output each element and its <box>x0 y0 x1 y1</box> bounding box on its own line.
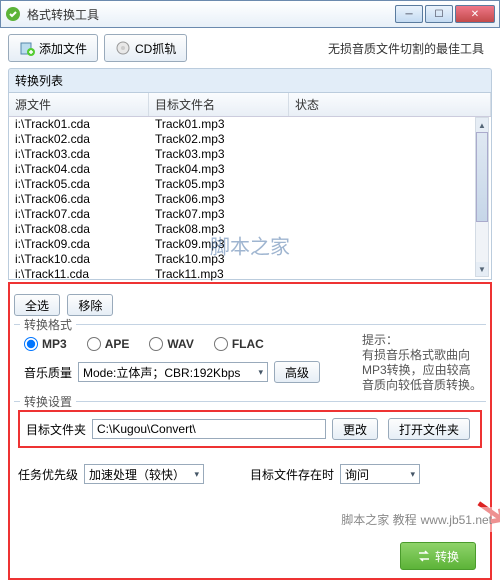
add-file-icon <box>19 40 35 56</box>
window-title: 格式转换工具 <box>27 6 395 23</box>
cd-rip-label: CD抓轨 <box>135 40 176 57</box>
radio-wav[interactable]: WAV <box>149 337 193 351</box>
file-exist-label: 目标文件存在时 <box>250 466 334 483</box>
cell-status <box>289 132 491 147</box>
format-group: 转换格式 MP3 APE WAV FLAC 音乐质量 Mode:立体声；CBR:… <box>14 324 486 397</box>
table-row[interactable]: i:\Track02.cdaTrack02.mp3 <box>9 132 491 147</box>
target-folder-label: 目标文件夹 <box>26 421 86 438</box>
cell-target: Track08.mp3 <box>149 222 289 237</box>
scroll-down-icon[interactable]: ▼ <box>476 262 488 276</box>
table-row[interactable]: i:\Track11.cdaTrack11.mp3 <box>9 267 491 282</box>
cell-source: i:\Track03.cda <box>9 147 149 162</box>
list-scrollbar[interactable]: ▲ ▼ <box>475 117 489 277</box>
target-folder-highlight: 目标文件夹 C:\Kugou\Convert\ 更改 打开文件夹 <box>18 410 482 448</box>
cell-status <box>289 252 491 267</box>
table-row[interactable]: i:\Track10.cdaTrack10.mp3 <box>9 252 491 267</box>
scroll-up-icon[interactable]: ▲ <box>476 118 488 132</box>
table-row[interactable]: i:\Track08.cdaTrack08.mp3 <box>9 222 491 237</box>
list-header: 源文件 目标文件名 状态 <box>9 93 491 117</box>
cell-source: i:\Track05.cda <box>9 177 149 192</box>
file-list: 源文件 目标文件名 状态 i:\Track01.cdaTrack01.mp3i:… <box>8 92 492 280</box>
cell-source: i:\Track01.cda <box>9 117 149 132</box>
advanced-button[interactable]: 高级 <box>274 361 320 383</box>
col-status[interactable]: 状态 <box>289 93 491 116</box>
cell-source: i:\Track11.cda <box>9 267 149 282</box>
change-button[interactable]: 更改 <box>332 418 378 440</box>
settings-group: 转换设置 目标文件夹 C:\Kugou\Convert\ 更改 打开文件夹 <box>14 401 486 452</box>
app-icon <box>5 6 21 22</box>
target-folder-input[interactable]: C:\Kugou\Convert\ <box>92 419 326 439</box>
cell-target: Track10.mp3 <box>149 252 289 267</box>
cell-source: i:\Track04.cda <box>9 162 149 177</box>
scroll-thumb[interactable] <box>476 132 488 222</box>
table-row[interactable]: i:\Track07.cdaTrack07.mp3 <box>9 207 491 222</box>
close-button[interactable]: ✕ <box>455 5 495 23</box>
table-row[interactable]: i:\Track04.cdaTrack04.mp3 <box>9 162 491 177</box>
cell-status <box>289 162 491 177</box>
convert-button[interactable]: 转换 <box>400 542 476 570</box>
list-title: 转换列表 <box>8 68 492 92</box>
cell-status <box>289 177 491 192</box>
cell-status <box>289 147 491 162</box>
select-all-button[interactable]: 全选 <box>14 294 60 316</box>
footer-credit: 脚本之家 教程 <box>341 511 416 528</box>
col-source[interactable]: 源文件 <box>9 93 149 116</box>
maximize-button[interactable]: ☐ <box>425 5 453 23</box>
cell-source: i:\Track10.cda <box>9 252 149 267</box>
cell-target: Track02.mp3 <box>149 132 289 147</box>
cell-status <box>289 117 491 132</box>
settings-group-label: 转换设置 <box>20 393 76 410</box>
radio-flac[interactable]: FLAC <box>214 337 264 351</box>
subtitle: 无损音质文件切割的最佳工具 <box>328 40 492 57</box>
cell-source: i:\Track02.cda <box>9 132 149 147</box>
table-row[interactable]: i:\Track01.cdaTrack01.mp3 <box>9 117 491 132</box>
add-file-label: 添加文件 <box>39 40 87 57</box>
title-bar: 格式转换工具 ─ ☐ ✕ <box>0 0 500 28</box>
cell-status <box>289 207 491 222</box>
cell-target: Track09.mp3 <box>149 237 289 252</box>
quality-label: 音乐质量 <box>24 364 72 381</box>
cell-target: Track05.mp3 <box>149 177 289 192</box>
hint-text: 提示： 有损音乐格式歌曲向MP3转换，应由较高音质向较低音质转换。 <box>362 333 482 393</box>
cell-status <box>289 192 491 207</box>
format-group-label: 转换格式 <box>20 316 76 333</box>
radio-flac-input[interactable] <box>214 337 228 351</box>
cell-source: i:\Track09.cda <box>9 237 149 252</box>
col-target[interactable]: 目标文件名 <box>149 93 289 116</box>
cell-status <box>289 237 491 252</box>
file-exist-combo[interactable]: 询问 <box>340 464 420 484</box>
table-row[interactable]: i:\Track05.cdaTrack05.mp3 <box>9 177 491 192</box>
cell-status <box>289 222 491 237</box>
table-row[interactable]: i:\Track06.cdaTrack06.mp3 <box>9 192 491 207</box>
footer: 脚本之家 教程 www.jb51.net <box>333 507 500 532</box>
radio-ape-input[interactable] <box>87 337 101 351</box>
cell-source: i:\Track06.cda <box>9 192 149 207</box>
cell-source: i:\Track08.cda <box>9 222 149 237</box>
footer-site: www.jb51.net <box>421 513 492 527</box>
table-row[interactable]: i:\Track03.cdaTrack03.mp3 <box>9 147 491 162</box>
priority-combo[interactable]: 加速处理（较快） <box>84 464 204 484</box>
convert-icon <box>417 549 431 563</box>
minimize-button[interactable]: ─ <box>395 5 423 23</box>
remove-button[interactable]: 移除 <box>67 294 113 316</box>
radio-mp3-input[interactable] <box>24 337 38 351</box>
cell-target: Track06.mp3 <box>149 192 289 207</box>
cd-icon <box>115 40 131 56</box>
cell-target: Track04.mp3 <box>149 162 289 177</box>
quality-combo[interactable]: Mode:立体声；CBR:192Kbps <box>78 362 268 382</box>
radio-mp3[interactable]: MP3 <box>24 337 67 351</box>
cell-status <box>289 267 491 282</box>
cell-target: Track07.mp3 <box>149 207 289 222</box>
priority-label: 任务优先级 <box>18 466 78 483</box>
cd-rip-button[interactable]: CD抓轨 <box>104 34 187 62</box>
cell-target: Track11.mp3 <box>149 267 289 282</box>
cell-target: Track01.mp3 <box>149 117 289 132</box>
radio-ape[interactable]: APE <box>87 337 130 351</box>
radio-wav-input[interactable] <box>149 337 163 351</box>
cell-source: i:\Track07.cda <box>9 207 149 222</box>
table-row[interactable]: i:\Track09.cdaTrack09.mp3 <box>9 237 491 252</box>
open-folder-button[interactable]: 打开文件夹 <box>388 418 470 440</box>
add-file-button[interactable]: 添加文件 <box>8 34 98 62</box>
cell-target: Track03.mp3 <box>149 147 289 162</box>
